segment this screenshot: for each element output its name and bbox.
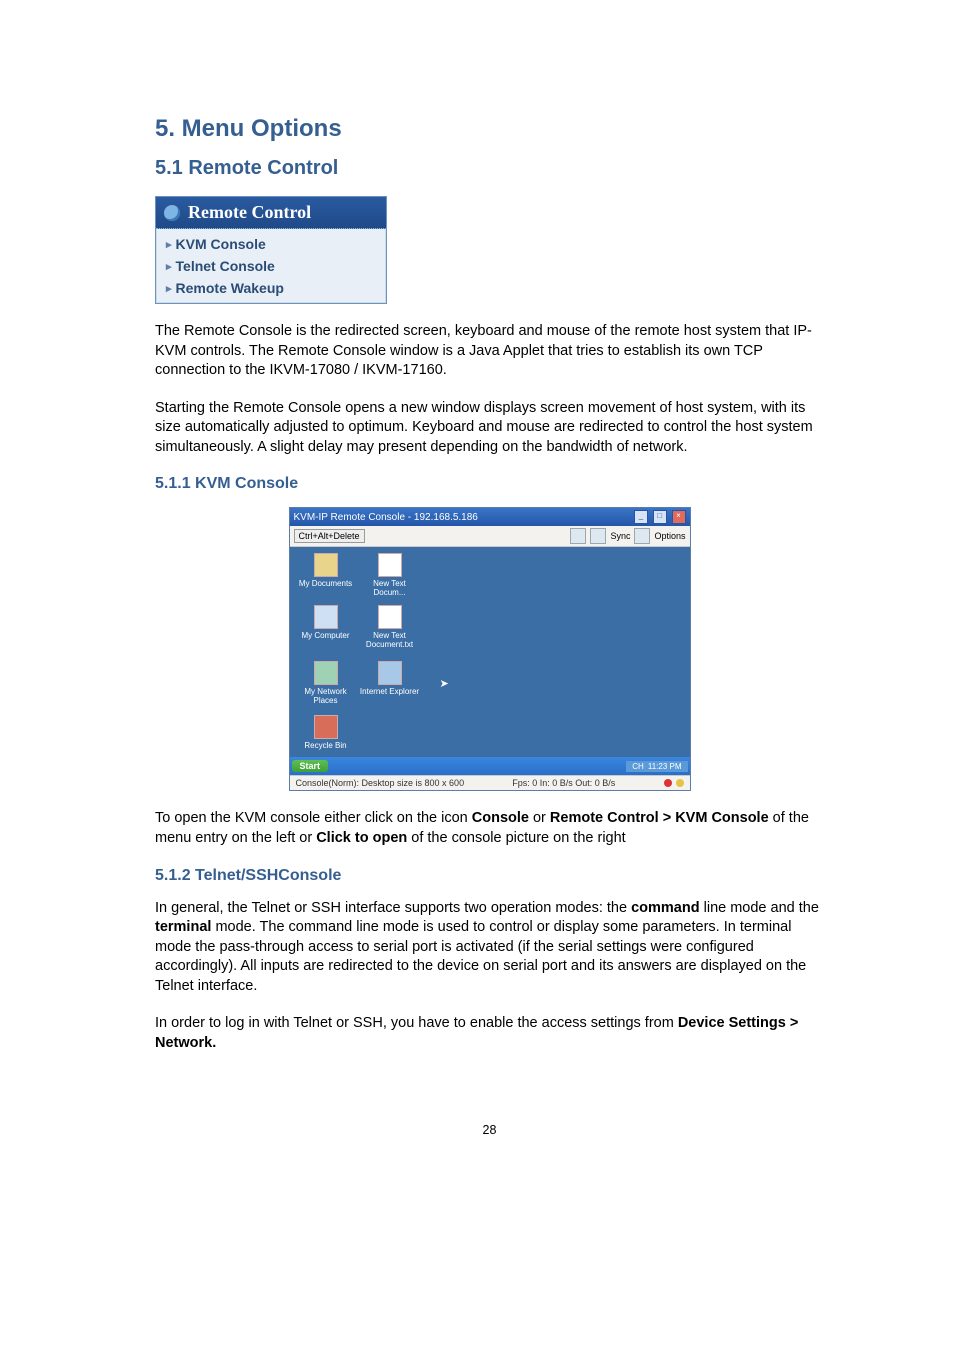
kvm-toolbar: Ctrl+Alt+Delete Sync Options — [290, 526, 690, 547]
icon-label: My Computer — [301, 631, 349, 640]
minimize-button[interactable]: _ — [634, 510, 648, 524]
icon-label: New Text Document.txt — [366, 631, 413, 649]
maximize-button[interactable]: □ — [653, 510, 667, 524]
paragraph: Starting the Remote Console opens a new … — [155, 399, 824, 458]
my-network-places-icon[interactable]: My Network Places — [296, 661, 356, 705]
internet-explorer-icon[interactable]: Internet Explorer — [360, 661, 420, 696]
remote-control-panel: Remote Control KVM Console Telnet Consol… — [155, 196, 387, 304]
icon-label: My Documents — [299, 579, 352, 588]
taskbar: Start CH 11:23 PM — [290, 757, 690, 775]
remote-control-list: KVM Console Telnet Console Remote Wakeup — [156, 229, 386, 303]
status-dot-red-icon — [664, 779, 672, 787]
recycle-bin-icon[interactable]: Recycle Bin — [296, 715, 356, 750]
options-button[interactable]: Options — [654, 531, 685, 541]
tray-clock: 11:23 PM — [648, 762, 682, 771]
paragraph: In order to log in with Telnet or SSH, y… — [155, 1014, 824, 1053]
nav-kvm-console[interactable]: KVM Console — [156, 233, 386, 255]
icon-label: My Network Places — [304, 687, 346, 705]
tool-icon[interactable] — [634, 528, 650, 544]
status-left: Console(Norm): Desktop size is 800 x 600 — [296, 778, 465, 788]
status-indicators — [664, 778, 684, 788]
remote-control-title: Remote Control — [156, 197, 386, 229]
my-documents-icon[interactable]: My Documents — [296, 553, 356, 588]
heading-subsection: 5.1.2 Telnet/SSHConsole — [155, 867, 824, 885]
nav-telnet-console[interactable]: Telnet Console — [156, 255, 386, 277]
globe-icon — [164, 205, 180, 221]
ctrl-alt-delete-button[interactable]: Ctrl+Alt+Delete — [294, 529, 365, 543]
heading-chapter: 5. Menu Options — [155, 115, 824, 143]
page-number: 28 — [155, 1123, 824, 1137]
icon-label: Internet Explorer — [360, 687, 419, 696]
new-text-docum-icon[interactable]: New Text Docum... — [360, 553, 420, 597]
monitor-icon[interactable] — [570, 528, 586, 544]
icon-label: New Text Docum... — [373, 579, 406, 597]
cursor-icon[interactable] — [590, 528, 606, 544]
remote-desktop[interactable]: My Documents New Text Docum... My Comput… — [290, 547, 690, 757]
close-button[interactable]: × — [672, 510, 686, 524]
window-title: KVM-IP Remote Console - 192.168.5.186 — [294, 512, 478, 523]
window-titlebar: KVM-IP Remote Console - 192.168.5.186 _ … — [290, 508, 690, 526]
status-right: Fps: 0 In: 0 B/s Out: 0 B/s — [512, 778, 615, 788]
start-button[interactable]: Start — [292, 760, 329, 772]
system-tray: CH 11:23 PM — [626, 761, 687, 772]
icon-label: Recycle Bin — [304, 741, 346, 750]
nav-item-label: Telnet Console — [176, 258, 275, 274]
heading-subsection: 5.1.1 KVM Console — [155, 475, 824, 493]
tray-lang[interactable]: CH — [632, 762, 644, 771]
nav-item-label: KVM Console — [176, 236, 266, 252]
my-computer-icon[interactable]: My Computer — [296, 605, 356, 640]
cursor-icon: ➤ — [440, 677, 449, 690]
kvm-console-window: KVM-IP Remote Console - 192.168.5.186 _ … — [289, 507, 691, 791]
remote-control-title-text: Remote Control — [188, 202, 311, 223]
status-dot-yellow-icon — [676, 779, 684, 787]
nav-item-label: Remote Wakeup — [176, 280, 284, 296]
paragraph: The Remote Console is the redirected scr… — [155, 322, 824, 381]
status-bar: Console(Norm): Desktop size is 800 x 600… — [290, 775, 690, 790]
sync-label[interactable]: Sync — [610, 531, 630, 541]
paragraph: In general, the Telnet or SSH interface … — [155, 899, 824, 997]
paragraph: To open the KVM console either click on … — [155, 809, 824, 848]
heading-section: 5.1 Remote Control — [155, 157, 824, 180]
nav-remote-wakeup[interactable]: Remote Wakeup — [156, 277, 386, 299]
window-buttons: _ □ × — [632, 510, 686, 524]
new-text-document-icon[interactable]: New Text Document.txt — [360, 605, 420, 649]
